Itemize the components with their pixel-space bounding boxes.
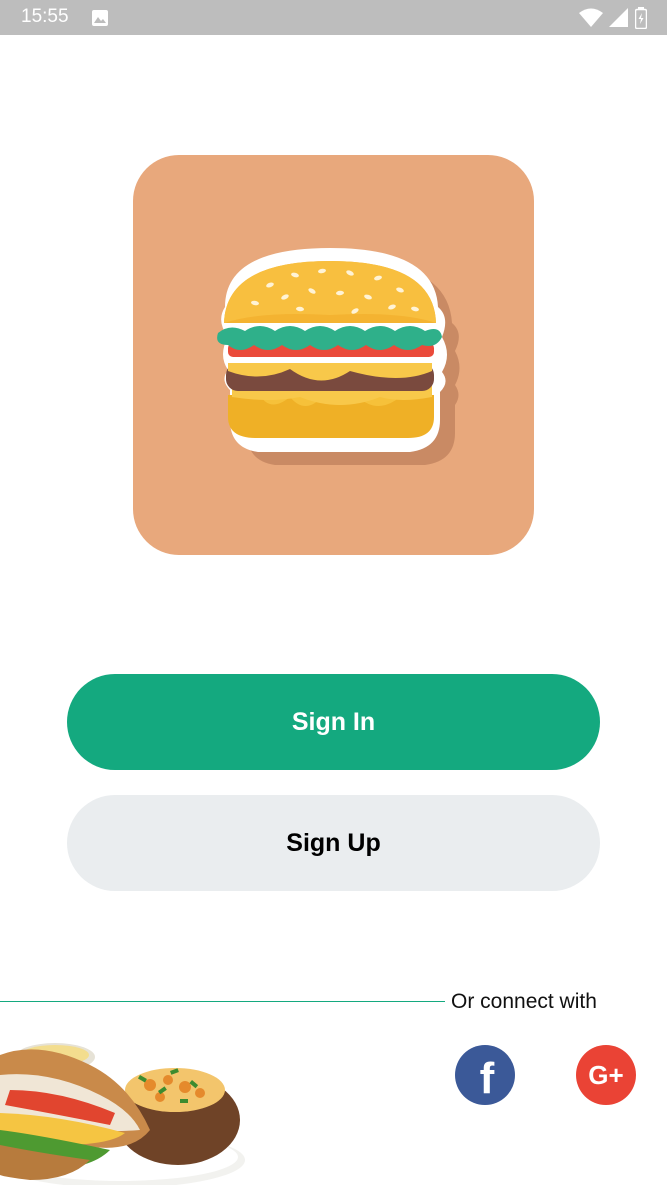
svg-text:G+: G+ [588, 1060, 623, 1090]
google-plus-icon: G+ [576, 1045, 636, 1105]
status-bar: 15:55 [0, 0, 667, 35]
divider-line [0, 1001, 445, 1002]
wifi-icon [579, 8, 603, 33]
sign-in-button[interactable]: Sign In [67, 674, 600, 770]
facebook-icon: f [455, 1045, 515, 1105]
signal-icon [609, 8, 629, 33]
facebook-button[interactable]: f [455, 1045, 515, 1105]
sign-up-button[interactable]: Sign Up [67, 795, 600, 891]
status-icons [579, 7, 648, 34]
burger-logo-icon [200, 245, 470, 470]
svg-text:f: f [480, 1054, 495, 1103]
google-plus-button[interactable]: G+ [576, 1045, 636, 1105]
image-icon [91, 9, 109, 32]
status-time: 15:55 [21, 6, 69, 27]
food-photo [0, 1035, 250, 1190]
connect-label: Or connect with [451, 990, 597, 1013]
battery-icon [634, 7, 648, 34]
